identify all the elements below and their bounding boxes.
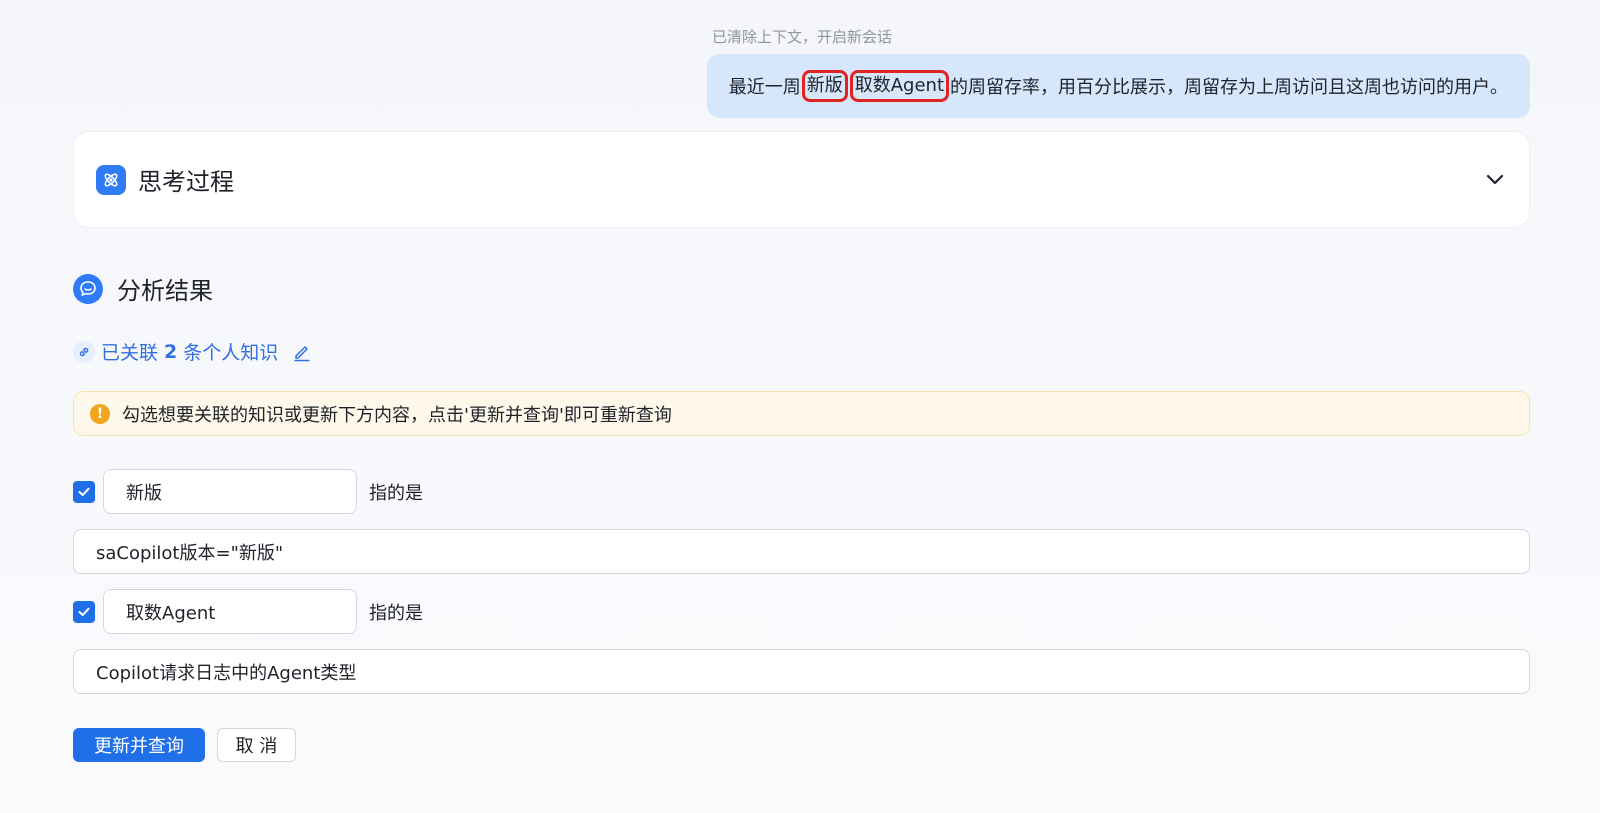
system-note-text: 已清除上下文，开启新会话	[711, 28, 892, 46]
analysis-result-header: 分析结果	[73, 271, 213, 306]
highlight-term-2: 取数Agent	[849, 70, 949, 102]
thinking-title: 思考过程	[138, 168, 234, 196]
atom-icon	[96, 164, 126, 195]
edit-icon[interactable]	[292, 342, 312, 362]
system-note: 已清除上下文，开启新会话	[0, 26, 1600, 47]
linked-count: 2	[164, 340, 178, 363]
chat-bubble-icon	[73, 273, 103, 304]
message-suffix: 的周留存率，用百分比展示，周留存为上周访问且这周也访问的用户。	[950, 77, 1508, 98]
term-input-1[interactable]: 新版	[103, 469, 357, 514]
thinking-process-card[interactable]: 思考过程	[73, 131, 1530, 228]
linked-suffix: 条个人知识	[183, 342, 279, 364]
highlight-term-1: 新版	[801, 70, 848, 102]
notice-text: 勾选想要关联的知识或更新下方内容，点击'更新并查询'即可重新查询	[122, 404, 672, 426]
cancel-button[interactable]: 取 消	[217, 728, 296, 762]
update-and-query-button[interactable]: 更新并查询	[73, 728, 205, 762]
term-suffix-2: 指的是	[369, 602, 423, 624]
chevron-down-icon[interactable]	[1483, 168, 1507, 192]
linked-knowledge[interactable]: 已关联 2 条个人知识	[73, 338, 312, 365]
term-suffix-1: 指的是	[369, 482, 423, 504]
linked-prefix: 已关联	[101, 342, 159, 364]
definition-input-1[interactable]: saCopilot版本="新版"	[73, 529, 1530, 574]
notice-banner: ! 勾选想要关联的知识或更新下方内容，点击'更新并查询'即可重新查询	[73, 391, 1530, 436]
term-row-1: 新版 指的是	[73, 469, 423, 514]
term-checkbox-1[interactable]	[73, 480, 95, 503]
user-message-bubble: 最近一周 新版 取数Agent 的周留存率，用百分比展示，周留存为上周访问且这周也访问…	[706, 54, 1530, 118]
definition-input-2[interactable]: Copilot请求日志中的Agent类型	[73, 649, 1530, 694]
warning-icon: !	[90, 403, 110, 424]
chat-page: 已清除上下文，开启新会话 最近一周 新版 取数Agent 的周留存率，用百分比展示，周…	[0, 0, 1600, 813]
link-icon	[73, 340, 95, 363]
analysis-result-title: 分析结果	[117, 277, 213, 305]
term-checkbox-2[interactable]	[73, 600, 95, 623]
term-input-2[interactable]: 取数Agent	[103, 589, 357, 634]
message-prefix: 最近一周	[728, 77, 801, 98]
term-row-2: 取数Agent 指的是	[73, 589, 423, 634]
